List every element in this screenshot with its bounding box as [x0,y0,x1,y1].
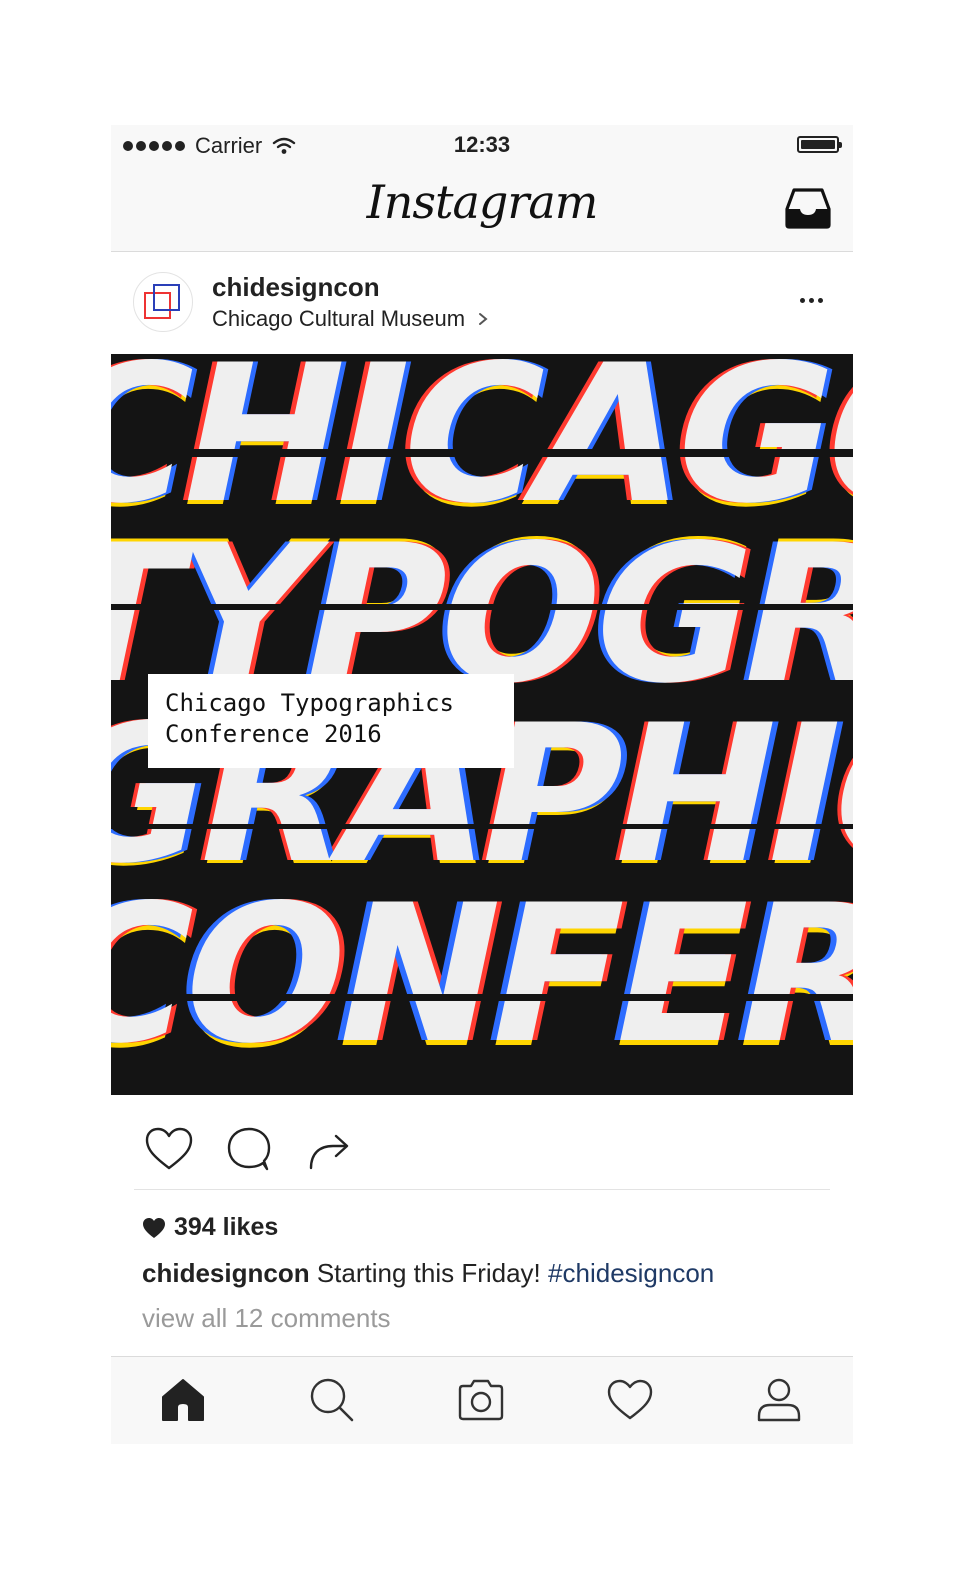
glitch-slice [111,824,853,829]
chidesigncon-logo-icon [144,284,180,319]
heart-icon[interactable] [605,1375,655,1425]
chevron-right-icon [479,313,488,325]
caption-username[interactable]: chidesigncon [142,1258,310,1288]
likes-count[interactable]: 394 likes [142,1213,278,1242]
glitch-word-row: CONFERENCE [111,864,853,1085]
post-actions [111,1110,853,1190]
like-heart-icon[interactable] [143,1124,195,1174]
top-nav-bar: Instagram [111,165,853,252]
inbox-tray-icon[interactable] [785,187,831,229]
share-arrow-icon[interactable] [303,1124,355,1174]
clock: 12:33 [453,132,511,157]
post-caption: chidesigncon Starting this Friday! #chid… [142,1258,714,1289]
heart-filled-icon [143,1217,165,1238]
likes-label: 394 likes [174,1213,279,1241]
divider [134,1189,830,1190]
search-icon[interactable] [307,1375,357,1425]
avatar[interactable] [133,272,193,332]
glitch-slice [111,994,853,1001]
camera-icon[interactable] [456,1375,506,1425]
caption-text: Starting this Friday! [316,1258,541,1288]
view-comments-link[interactable]: view all 12 comments [142,1303,391,1334]
home-icon[interactable] [158,1375,208,1425]
caption-hashtag[interactable]: #chidesigncon [548,1258,714,1288]
post-location[interactable]: Chicago Cultural Museum [212,306,489,332]
image-title-line-1: Chicago Typographics [165,689,454,717]
image-title-line-2: Conference 2016 [165,720,382,748]
profile-icon[interactable] [754,1375,804,1425]
post-image[interactable]: CHICAGO TYPOGRAPHICS GRAPHICS CONFERENCE… [111,354,853,1095]
glitch-slice [111,604,853,610]
post-username[interactable]: chidesigncon [212,272,380,303]
comment-bubble-icon[interactable] [223,1124,275,1174]
instagram-logo: Instagram [366,175,599,229]
post-header: chidesigncon Chicago Cultural Museum [111,252,853,352]
image-title-card: Chicago Typographics Conference 2016 [148,674,514,768]
more-options-icon[interactable] [800,298,823,303]
status-bar: Carrier 12:33 [111,125,853,165]
phone-frame: Carrier 12:33 Instagram chidesigncon Chi… [111,125,853,1444]
glitch-slice [111,449,853,457]
location-label: Chicago Cultural Museum [212,306,466,331]
battery-icon [797,136,842,153]
bottom-tab-bar [111,1356,853,1444]
